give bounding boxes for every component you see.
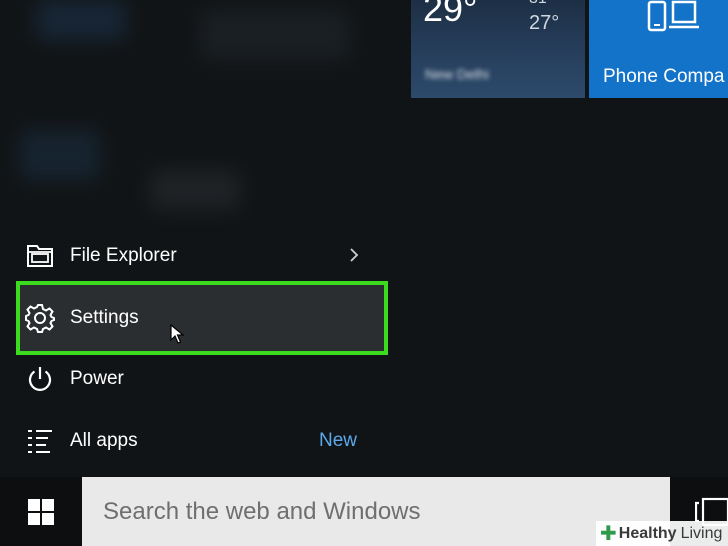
plus-logo-icon: ✚ xyxy=(600,523,617,545)
weather-tile[interactable]: 29° 31° 27° New Delhi xyxy=(411,0,585,98)
weather-high: 31° xyxy=(529,0,553,8)
menu-item-label: All apps xyxy=(70,430,138,451)
start-button[interactable] xyxy=(0,477,82,546)
gear-icon xyxy=(25,303,55,333)
phone-companion-label: Phone Compa xyxy=(603,66,725,87)
watermark-brand: Healthy xyxy=(618,524,677,542)
weather-temperature: 29° xyxy=(423,0,478,29)
list-icon xyxy=(25,426,55,456)
menu-item-settings[interactable]: Settings xyxy=(18,288,388,348)
menu-item-power[interactable]: Power xyxy=(18,349,388,409)
power-icon xyxy=(25,364,55,394)
windows-logo-icon xyxy=(28,498,54,525)
blurred-tile xyxy=(200,10,350,60)
new-badge: New xyxy=(319,430,358,451)
blurred-tile xyxy=(20,130,100,180)
blurred-tile xyxy=(150,170,240,210)
search-placeholder: Search the web and Windows xyxy=(103,497,421,525)
search-box[interactable]: Search the web and Windows xyxy=(82,477,670,546)
healthy-living-watermark: ✚ Healthy Living xyxy=(596,521,728,546)
menu-item-label: Settings xyxy=(70,307,139,328)
weather-city: New Delhi xyxy=(425,66,489,82)
blurred-tile xyxy=(36,0,126,40)
menu-item-all-apps[interactable]: All apps New xyxy=(18,411,388,471)
watermark-brand-suffix: Living xyxy=(680,524,723,542)
chevron-right-icon[interactable] xyxy=(348,245,360,265)
menu-item-label: Power xyxy=(70,368,124,389)
mouse-cursor-icon xyxy=(170,324,184,344)
folder-icon xyxy=(25,241,55,271)
menu-item-label: File Explorer xyxy=(70,245,177,266)
phone-companion-tile[interactable]: Phone Compa xyxy=(589,0,728,98)
phone-laptop-icon xyxy=(647,0,699,32)
menu-item-file-explorer[interactable]: File Explorer xyxy=(18,226,388,286)
weather-low: 27° xyxy=(529,12,560,34)
start-menu-screen: 29° 31° 27° New Delhi Phone Compa File E… xyxy=(0,0,728,546)
